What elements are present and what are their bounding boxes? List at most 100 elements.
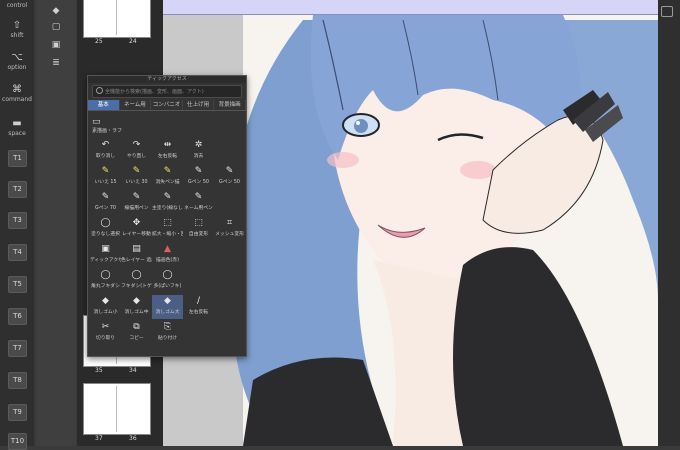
palette-item-icon: ✎ [101,192,110,202]
palette-item[interactable]: ▣ ディックアクセス [90,243,121,267]
shift-key[interactable]: ⇧ shift [0,20,34,39]
layer-add-icon[interactable]: ▢ [50,22,62,32]
palette-item-label: 線描用ペン [124,206,149,211]
command-key[interactable]: ⌘ command [0,84,34,103]
palette-item[interactable]: ⇹ 左右反転 [152,139,183,163]
palette-item[interactable]: ⬚ 拡大・縮小・回転 [152,217,183,241]
palette-item-label: Gペン 50 [188,180,209,185]
t4-key[interactable]: T4 [8,244,27,261]
tab-basic[interactable]: 基本 [88,100,120,110]
palette-item-label: Gペン 50 [219,180,240,185]
quick-access-palette[interactable]: ティックアクセス 全機能から検索(描画、変形、画面、アクト) 基本 ネーム用 コ… [87,75,247,357]
palette-item-label: 主塗り(線なし) [152,206,183,211]
palette-item-icon: ◯ [131,270,142,280]
palette-row: ✎ いいえ 15 ✎ いいえ 30 ✎ 消失ペン描 ✎ Gペン 50 ✎ Gペン 50 [88,165,246,191]
palette-item-label: コピー [129,336,144,341]
space-icon: ▬ [12,118,22,129]
command-icon: ⌘ [12,84,22,95]
palette-item-label: 自由変形 [188,232,209,237]
palette-item-icon: ✎ [225,166,234,176]
palette-item[interactable]: ◯ 塗りなし選択 [90,217,121,241]
palette-item[interactable]: ✎ いいえ 15 [90,165,121,189]
palette-item-label: 角丸フキダシ [91,284,120,289]
palette-item-icon: ✎ [132,192,141,202]
palette-item[interactable]: ✲ 消去 [183,139,214,163]
palette-item-label: 消しゴム小 [93,310,118,315]
folder-icon[interactable]: ▣ [50,40,62,50]
t9-key[interactable]: T9 [8,404,27,421]
palette-item-icon: ↶ [101,140,110,150]
palette-item[interactable]: ↷ やり直し [121,139,152,163]
t10-key[interactable]: T10 [8,433,27,450]
right-side-panel [658,0,680,446]
palette-item[interactable]: ◆ 消しゴム大 [152,295,183,319]
palette-item-sketch[interactable]: ▭ 素描画・ラフ [92,117,242,135]
palette-item[interactable]: ✎ 消失ペン描 [152,165,183,189]
palette-item-label: Gペン 70 [95,206,116,211]
palette-item[interactable]: ✎ いいえ 30 [121,165,152,189]
tab-companion[interactable]: コンバニオ [151,100,183,110]
layer-settings-icon[interactable] [661,6,673,17]
palette-row: ▣ ディックアクセス ▤ 色レイヤー 追加 ▲ 描画色(赤) [88,243,246,269]
page-thumbnail[interactable] [83,0,151,38]
palette-item[interactable]: ✥ レイヤー移動 [121,217,152,241]
palette-item[interactable]: ◆ 消しゴム小 [90,295,121,319]
palette-item-label: やり直し [126,154,147,159]
palette-item[interactable]: ✎ Gペン 50 [183,165,214,189]
palette-item-icon: ✎ [101,166,110,176]
palette-item[interactable]: ↶ 取り消し [90,139,121,163]
option-icon: ⌥ [11,52,23,63]
palette-item[interactable]: ◯ 多(ぱいフキ) [152,269,183,293]
t7-key[interactable]: T7 [8,340,27,357]
t6-key[interactable]: T6 [8,308,27,325]
t1-key[interactable]: T1 [8,150,27,167]
option-key[interactable]: ⌥ option [0,52,34,71]
palette-item[interactable]: ✎ 主塗り(線なし) [152,191,183,215]
palette-tab-bar: 基本 ネーム用 コンバニオ 仕上げ用 背景描画 [88,100,246,111]
palette-item-icon: ⬚ [194,218,203,228]
palette-item[interactable]: ◯ 角丸フキダシ [90,269,121,293]
palette-item[interactable]: ⌗ メッシュ変形 [214,217,245,241]
tab-name[interactable]: ネーム用 [120,100,152,110]
palette-item-icon: ◆ [133,296,140,306]
palette-item[interactable]: ⬚ 自由変形 [183,217,214,241]
palette-item[interactable]: ◆ 消しゴム中 [121,295,152,319]
space-key[interactable]: ▬ space [0,118,34,137]
modifier-key-bar: control ⇧ shift ⌥ option ⌘ command ▬ space T… [0,0,34,450]
t3-key[interactable]: T3 [8,212,27,229]
palette-item[interactable]: ◯ フキダシ(トゲ) [121,269,152,293]
palette-item-label: 拡大・縮小・回転 [152,232,183,237]
palette-item-icon: ✎ [194,192,203,202]
t5-key[interactable]: T5 [8,276,27,293]
fill-bucket-icon[interactable]: ◆ [50,6,62,16]
tab-finishing[interactable]: 仕上げ用 [183,100,215,110]
palette-item[interactable]: ⎘ 貼り付け [152,321,183,345]
palette-item[interactable]: ✎ ネーム用ペン [183,191,214,215]
palette-item[interactable]: ∕ 左右反転 [183,295,214,319]
palette-item-icon: ⇹ [163,140,172,150]
palette-item[interactable]: ⧉ コピー [121,321,152,345]
palette-item[interactable]: ▲ 描画色(赤) [152,243,183,267]
palette-title: ティックアクセス [88,76,246,83]
control-key[interactable]: control [0,2,34,9]
tab-background[interactable]: 背景描画 [214,100,246,110]
palette-item[interactable]: ✎ 線描用ペン [121,191,152,215]
sketch-icon: ▭ [92,117,101,127]
palette-item-label: 消しゴム中 [124,310,149,315]
layer-stack-icon[interactable]: ≣ [50,58,62,68]
palette-item[interactable]: ▤ 色レイヤー 追加 [121,243,152,267]
t8-key[interactable]: T8 [8,372,27,389]
t2-key[interactable]: T2 [8,181,27,198]
palette-search-input[interactable]: 全機能から検索(描画、変形、画面、アクト) [92,85,242,98]
palette-item[interactable]: ✎ Gペン 70 [90,191,121,215]
palette-item-icon: ◯ [100,218,111,228]
palette-item-label: ディックアクセス [90,258,121,263]
palette-item-icon: ⬚ [163,218,172,228]
page-thumbnail[interactable] [83,383,151,435]
shift-icon: ⇧ [12,20,22,31]
palette-item[interactable]: ✂ 切り取り [90,321,121,345]
palette-item-icon: ▤ [132,244,141,254]
palette-item-label: 描画色(赤) [156,258,179,263]
palette-item[interactable]: ✎ Gペン 50 [214,165,245,189]
palette-item-icon: ◆ [164,296,171,306]
